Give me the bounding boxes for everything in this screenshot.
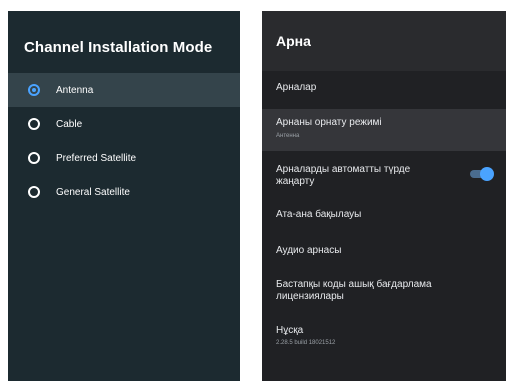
setting-label: Аудио арнасы bbox=[276, 245, 342, 256]
setting-open-source-licenses[interactable]: Бастапқы коды ашық бағдарлама лицензияла… bbox=[262, 277, 506, 309]
setting-label: Арнаны орнату режимі bbox=[276, 117, 382, 128]
option-cable[interactable]: Cable bbox=[8, 107, 240, 141]
radio-unselected-icon bbox=[28, 186, 40, 198]
auto-update-toggle[interactable] bbox=[470, 167, 494, 181]
setting-label: Нұсқа bbox=[276, 325, 304, 336]
setting-channel-installation-mode[interactable]: Арнаны орнату режимі Антенна bbox=[262, 109, 506, 151]
setting-channels[interactable]: Арналар bbox=[262, 77, 506, 99]
option-preferred-satellite[interactable]: Preferred Satellite bbox=[8, 141, 240, 175]
setting-label: Ата-ана бақылауы bbox=[276, 209, 362, 220]
setting-value: Антенна bbox=[276, 133, 300, 139]
setting-auto-update-channels[interactable]: Арналарды автоматты түрде жаңарту bbox=[262, 160, 506, 192]
channel-settings-panel: Арна Арналар Арнаны орнату режимі Антенн… bbox=[262, 11, 506, 381]
option-label: Preferred Satellite bbox=[56, 152, 137, 164]
setting-version[interactable]: Нұсқа 2.28.5 build 18021512 bbox=[262, 323, 506, 355]
option-label: Cable bbox=[56, 118, 83, 130]
setting-label: Арналарды автоматты түрде жаңарту bbox=[276, 164, 411, 187]
radio-unselected-icon bbox=[28, 152, 40, 164]
setting-label: Бастапқы коды ашық бағдарлама лицензияла… bbox=[276, 279, 432, 302]
channel-installation-mode-dialog: Channel Installation Mode Antenna Cable … bbox=[8, 11, 240, 381]
page-title: Арна bbox=[276, 33, 311, 49]
setting-audio-channel[interactable]: Аудио арнасы bbox=[262, 241, 506, 261]
version-value: 2.28.5 build 18021512 bbox=[276, 340, 336, 346]
dialog-title: Channel Installation Mode bbox=[24, 39, 213, 56]
settings-header: Арна bbox=[262, 11, 506, 71]
radio-selected-icon bbox=[28, 84, 40, 96]
option-label: Antenna bbox=[56, 84, 94, 96]
installation-mode-options: Antenna Cable Preferred Satellite Genera… bbox=[8, 73, 240, 209]
radio-unselected-icon bbox=[28, 118, 40, 130]
toggle-knob bbox=[480, 167, 494, 181]
option-general-satellite[interactable]: General Satellite bbox=[8, 175, 240, 209]
option-antenna[interactable]: Antenna bbox=[8, 73, 240, 107]
setting-parental-controls[interactable]: Ата-ана бақылауы bbox=[262, 205, 506, 225]
setting-label: Арналар bbox=[276, 82, 317, 93]
option-label: General Satellite bbox=[56, 186, 130, 198]
